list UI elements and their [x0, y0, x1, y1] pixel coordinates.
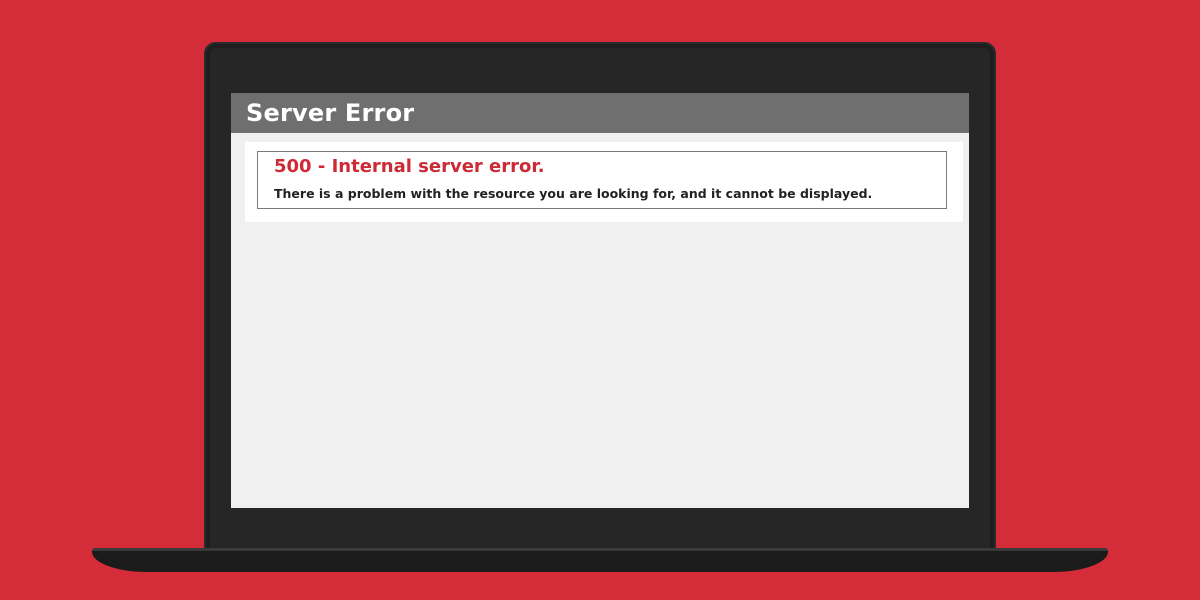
error-box: 500 - Internal server error. There is a …	[257, 151, 947, 209]
error-message: There is a problem with the resource you…	[274, 186, 873, 201]
page-header: Server Error	[231, 93, 969, 133]
page-title: Server Error	[246, 99, 415, 127]
content-panel: 500 - Internal server error. There is a …	[245, 142, 963, 222]
laptop-base	[92, 548, 1108, 572]
error-heading: 500 - Internal server error.	[274, 156, 545, 177]
browser-screen: Server Error 500 - Internal server error…	[231, 93, 969, 508]
laptop-base-edge	[92, 548, 1108, 551]
